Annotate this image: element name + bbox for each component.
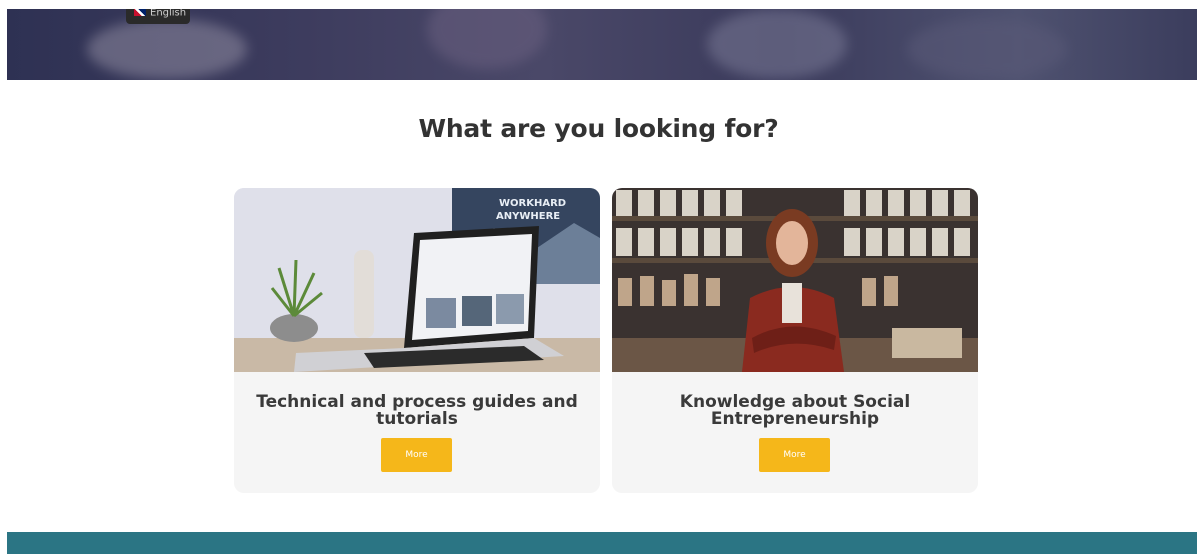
page-title: What are you looking for? (418, 114, 779, 143)
more-button[interactable]: More (759, 438, 830, 472)
svg-text:WORKHARD: WORKHARD (499, 198, 566, 209)
card-technical-guides: WORKHARD ANYWHERE Technical and process … (234, 188, 600, 493)
card-title: Technical and process guides and tutoria… (256, 392, 578, 429)
footer-bar (7, 532, 1197, 554)
language-switcher[interactable]: English (126, 9, 190, 24)
svg-text:ANYWHERE: ANYWHERE (496, 211, 560, 222)
card-social-entrepreneurship: Knowledge about Social Entrepreneurship … (612, 188, 978, 493)
more-button[interactable]: More (381, 438, 452, 472)
card-title: Knowledge about Social Entrepreneurship (679, 392, 911, 429)
woman-in-shop-image (612, 188, 978, 372)
uk-flag-icon (134, 9, 146, 16)
language-label: English (150, 9, 187, 19)
laptop-workspace-image: WORKHARD ANYWHERE (234, 188, 600, 372)
